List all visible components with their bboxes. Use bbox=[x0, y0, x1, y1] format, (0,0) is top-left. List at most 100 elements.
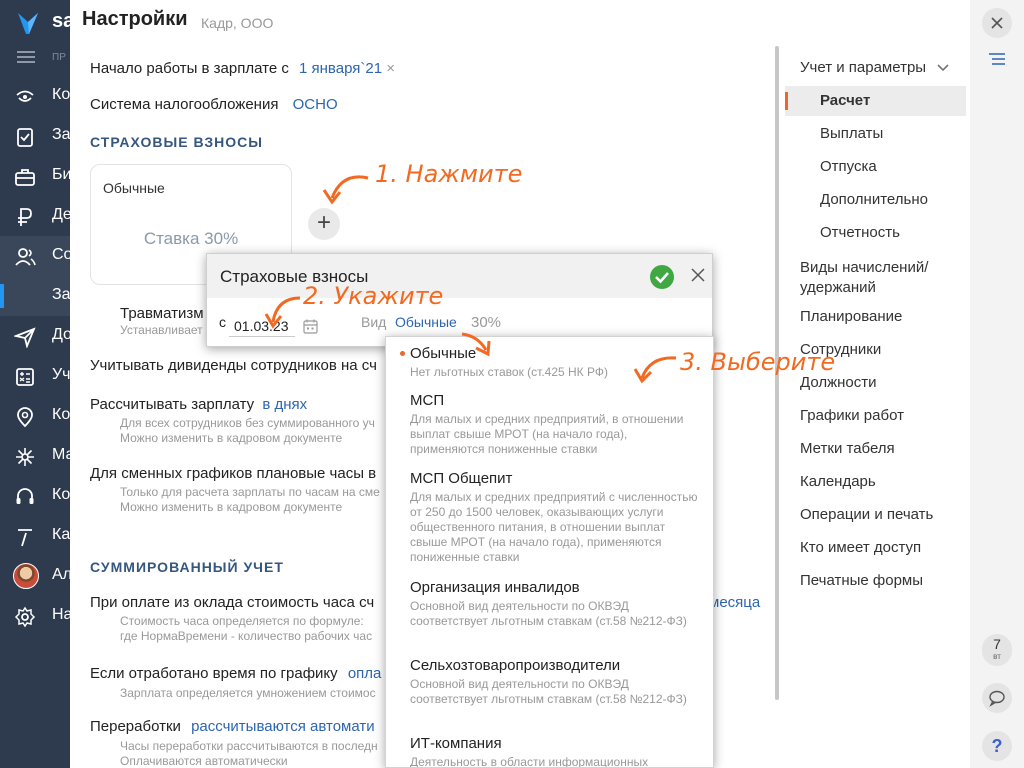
tax-system-link[interactable]: ОСНО bbox=[293, 96, 338, 113]
close-icon[interactable] bbox=[690, 267, 706, 283]
chevron-down-icon[interactable] bbox=[937, 64, 949, 72]
option-title: Организация инвалидов bbox=[410, 579, 580, 596]
section-schedules[interactable]: Графики работ bbox=[800, 406, 904, 426]
clear-icon[interactable]: × bbox=[386, 60, 395, 77]
option-regular[interactable]: Обычные Нет льготных ставок (ст.425 НК Р… bbox=[410, 345, 700, 380]
nav-item-staff[interactable]: Со bbox=[0, 236, 70, 276]
nav-label: Де bbox=[52, 206, 70, 223]
overtime-link[interactable]: рассчитываются автомати bbox=[191, 718, 375, 735]
nav-item-tasks[interactable]: За bbox=[0, 116, 70, 156]
section-payments[interactable]: Выплаты bbox=[820, 125, 883, 142]
dividends-label: Учитывать дивиденды сотрудников на сч bbox=[90, 357, 377, 374]
option-msp-catering[interactable]: МСП Общепит Для малых и средних предприя… bbox=[410, 470, 700, 565]
list-icon[interactable] bbox=[988, 52, 1006, 68]
nav-label: На bbox=[52, 606, 70, 623]
nav-label: Ко bbox=[52, 86, 70, 103]
help-button[interactable]: ? bbox=[982, 731, 1012, 761]
section-timesheet-marks[interactable]: Метки табеля bbox=[800, 439, 895, 459]
section-summary-title: СУММИРОВАННЫЙ УЧЕТ bbox=[90, 559, 284, 575]
oklad-link[interactable]: месяца bbox=[709, 594, 760, 611]
kind-select[interactable]: Обычные bbox=[395, 314, 457, 330]
menu-icon[interactable] bbox=[17, 51, 35, 63]
overtime-hint-1: Часы переработки рассчитываются в послед… bbox=[120, 739, 378, 753]
calendar-icon bbox=[18, 529, 32, 547]
calendar-icon[interactable] bbox=[303, 319, 318, 334]
nav-item-business[interactable]: Би bbox=[0, 156, 70, 196]
logo-icon[interactable] bbox=[16, 10, 40, 36]
nav-label: Ал bbox=[52, 566, 70, 583]
left-navigation: sa ПР Ко За Би Де Со За До Уч Ко Ма Ко К… bbox=[0, 0, 70, 768]
section-group-accounting[interactable]: Учет и параметры bbox=[800, 58, 926, 78]
nav-item-calls[interactable]: Ко bbox=[0, 476, 70, 516]
nav-label: Ко bbox=[52, 486, 70, 503]
tasks-icon bbox=[17, 128, 33, 147]
nav-item-calendar[interactable]: Ка bbox=[0, 516, 70, 556]
chat-icon bbox=[989, 690, 1005, 707]
section-accruals[interactable]: Виды начислений/ удержаний bbox=[800, 258, 928, 298]
oklad-hint-1: Стоимость часа определяется по формуле: bbox=[120, 614, 364, 628]
active-section-indicator bbox=[785, 92, 788, 110]
nav-item-profile[interactable]: Ал bbox=[0, 556, 70, 596]
section-additional[interactable]: Дополнительно bbox=[820, 191, 928, 208]
option-title: МСП Общепит bbox=[410, 470, 513, 487]
section-calendar[interactable]: Календарь bbox=[800, 472, 876, 492]
calc-row: Рассчитывать зарплату в днях bbox=[90, 396, 307, 413]
option-desc: Для малых и средних предприятий с числен… bbox=[410, 490, 698, 564]
option-desc: Основной вид деятельности по ОКВЭД соотв… bbox=[410, 677, 687, 706]
nav-item-money[interactable]: Де bbox=[0, 196, 70, 236]
section-calculation[interactable]: Расчет bbox=[820, 92, 870, 109]
nav-subitem-salary[interactable]: За bbox=[0, 276, 70, 316]
option-desc: Основной вид деятельности по ОКВЭД соотв… bbox=[410, 599, 687, 628]
chat-button[interactable] bbox=[982, 683, 1012, 713]
home-icon bbox=[16, 90, 34, 102]
annotation-step-1: 1. Нажмите bbox=[375, 160, 523, 188]
option-it-company[interactable]: ИТ-компания Деятельность в области инфор… bbox=[410, 735, 700, 768]
section-positions[interactable]: Должности bbox=[800, 373, 877, 393]
close-icon bbox=[991, 17, 1003, 29]
rate-value: 30% bbox=[471, 314, 502, 331]
option-disabled-org[interactable]: Организация инвалидов Основной вид деяте… bbox=[410, 579, 700, 629]
start-date-link[interactable]: 1 января`21 bbox=[299, 60, 382, 77]
nav-item-contacts[interactable]: Ко bbox=[0, 396, 70, 436]
tax-system-label: Система налогообложения bbox=[90, 96, 279, 113]
nav-label: Ко bbox=[52, 406, 70, 423]
confirm-button[interactable] bbox=[650, 265, 674, 289]
section-reporting[interactable]: Отчетность bbox=[820, 224, 900, 241]
date-number: 7 bbox=[993, 636, 1001, 652]
nav-item-settings[interactable]: На bbox=[0, 596, 70, 636]
overtime-row: Переработки рассчитываются автомати bbox=[90, 718, 375, 735]
section-print-forms[interactable]: Печатные формы bbox=[800, 571, 923, 591]
nav-label: Уч bbox=[52, 366, 70, 383]
option-agricultural[interactable]: Сельхозтоваропроизводители Основной вид … bbox=[410, 657, 700, 707]
money-icon bbox=[18, 208, 32, 226]
start-date-label: Начало работы в зарплате с bbox=[90, 60, 289, 77]
active-section-bg bbox=[785, 86, 966, 116]
date-input[interactable]: 01.03.23 bbox=[229, 315, 295, 337]
nav-label: Би bbox=[52, 166, 70, 183]
section-operations[interactable]: Операции и печать bbox=[800, 505, 933, 525]
right-toolbar: 7 вт ? bbox=[970, 0, 1024, 768]
close-button[interactable] bbox=[982, 8, 1012, 38]
staff-icon bbox=[15, 248, 36, 266]
section-planning[interactable]: Планирование bbox=[800, 307, 902, 327]
nav-item-home[interactable]: Ко bbox=[0, 76, 70, 116]
worked-link[interactable]: опла bbox=[348, 665, 382, 682]
nav-item-documents[interactable]: До bbox=[0, 316, 70, 356]
worked-hint: Зарплата определяется умножением стоимос bbox=[120, 686, 376, 700]
insurance-card-title: Обычные bbox=[103, 180, 165, 196]
location-icon bbox=[17, 407, 33, 428]
overtime-label: Переработки bbox=[90, 718, 181, 735]
page-title: Настройки bbox=[82, 8, 188, 30]
date-prefix: с bbox=[219, 314, 226, 330]
option-desc: Деятельность в области информационных bbox=[410, 755, 649, 768]
page-subtitle: Кадр, ООО bbox=[201, 15, 274, 31]
nav-item-marketing[interactable]: Ма bbox=[0, 436, 70, 476]
section-vacations[interactable]: Отпуска bbox=[820, 158, 877, 175]
calendar-date-button[interactable]: 7 вт bbox=[982, 634, 1012, 666]
nav-item-accounting[interactable]: Уч bbox=[0, 356, 70, 396]
section-access[interactable]: Кто имеет доступ bbox=[800, 538, 921, 558]
option-msp[interactable]: МСП Для малых и средних предприятий, в о… bbox=[410, 392, 700, 457]
add-insurance-button[interactable]: + bbox=[308, 208, 340, 240]
send-icon bbox=[14, 327, 36, 348]
calc-link[interactable]: в днях bbox=[262, 396, 307, 413]
